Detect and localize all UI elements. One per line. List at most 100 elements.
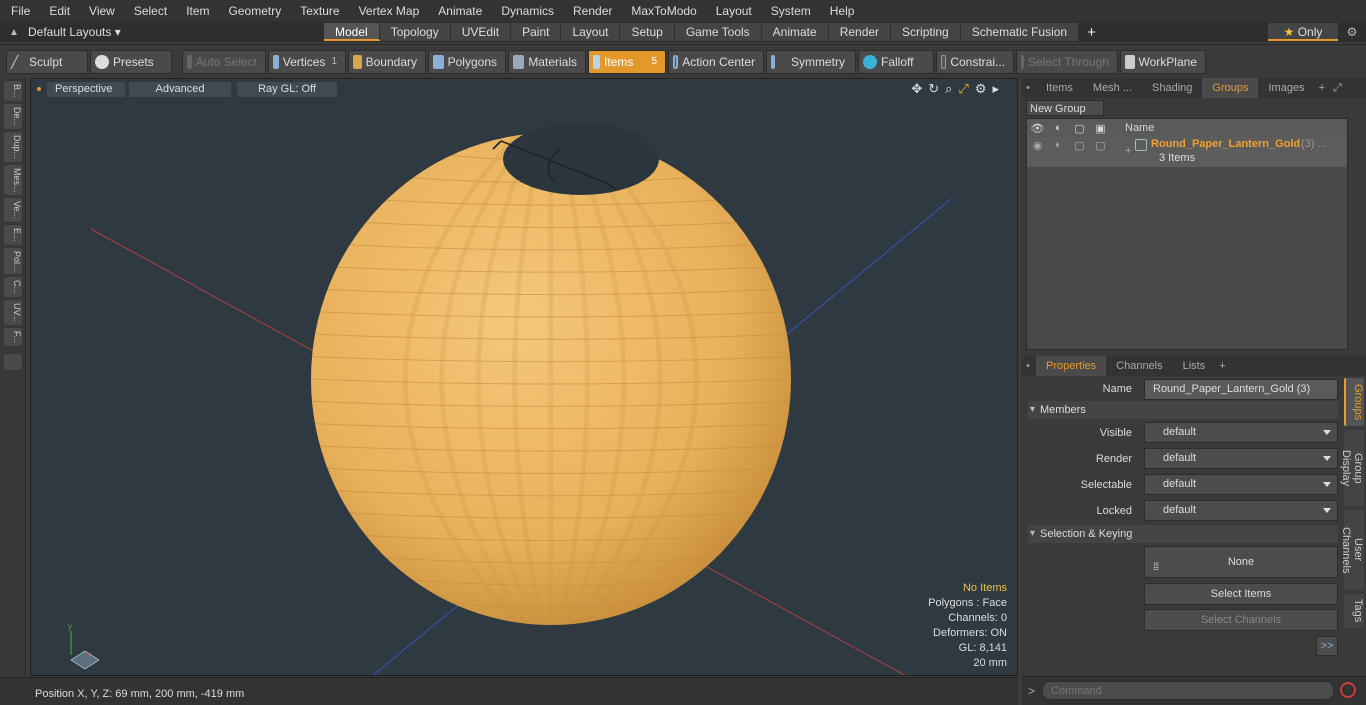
perspective-button[interactable]: Perspective: [37, 82, 125, 97]
symmetry-button[interactable]: Symmetry: [766, 49, 856, 74]
add-prop-tab-icon[interactable]: +: [1215, 360, 1229, 372]
vtab-tags[interactable]: Tags: [1344, 594, 1364, 628]
vtab-groups[interactable]: Groups: [1344, 378, 1364, 426]
tab-channels[interactable]: Channels: [1106, 356, 1172, 376]
fit-view-icon[interactable]: ⤢: [958, 81, 968, 97]
add-scene-tab-icon[interactable]: +: [1315, 82, 1329, 94]
layout-up-icon[interactable]: ▲: [0, 27, 28, 38]
viewport-settings-icon[interactable]: ⚙: [975, 81, 987, 97]
left-tab-edge[interactable]: E...: [4, 225, 22, 245]
left-tab-fusion[interactable]: F...: [4, 328, 22, 347]
locked-dropdown[interactable]: default: [1144, 500, 1338, 521]
menu-help[interactable]: Help: [819, 0, 863, 22]
items-button[interactable]: Items 5: [588, 49, 666, 74]
auto-select-button[interactable]: Auto Select: [182, 49, 266, 74]
vertices-button[interactable]: Vertices 1: [268, 49, 346, 74]
left-tab-curve[interactable]: C...: [4, 277, 22, 298]
expand-icon[interactable]: +: [1125, 145, 1131, 157]
tab-game-tools[interactable]: Game Tools: [674, 23, 762, 41]
vtab-group-display[interactable]: Group Display: [1340, 430, 1364, 506]
zoom-view-icon[interactable]: ⌕: [945, 81, 952, 97]
left-tab-polygon[interactable]: Pol...: [4, 247, 22, 275]
menu-animate[interactable]: Animate: [427, 0, 490, 22]
tab-mesh[interactable]: Mesh ...: [1083, 78, 1142, 98]
advanced-button[interactable]: Advanced: [129, 82, 231, 97]
selection-keying-section[interactable]: Selection & Keying: [1028, 525, 1338, 543]
group-row[interactable]: ◉ ◐ ▢ ▢ + Round_Paper_Lantern_Gold (3) .…: [1027, 137, 1347, 167]
group-name-field[interactable]: Round_Paper_Lantern_Gold (3): [1144, 379, 1338, 400]
row-render-icon[interactable]: ◐: [1048, 139, 1069, 151]
eye-icon[interactable]: 👁: [1027, 122, 1048, 135]
tab-schematic-fusion[interactable]: Schematic Fusion: [960, 23, 1080, 41]
add-tab-icon[interactable]: +: [1079, 24, 1104, 41]
left-tab-deform[interactable]: De...: [4, 103, 22, 129]
tab-groups[interactable]: Groups: [1202, 78, 1259, 98]
menu-geometry[interactable]: Geometry: [218, 0, 290, 22]
render-dropdown[interactable]: default: [1144, 448, 1338, 469]
left-tab-vertex[interactable]: Ve...: [4, 198, 22, 223]
tab-paint[interactable]: Paint: [511, 23, 562, 41]
menu-maxtomodo[interactable]: MaxToModo: [620, 0, 704, 22]
only-toggle[interactable]: ★ Only: [1268, 23, 1338, 41]
boundary-button[interactable]: Boundary: [348, 49, 426, 74]
left-tab-basic[interactable]: B...: [4, 81, 22, 101]
lock-col-icon[interactable]: ▢: [1069, 122, 1090, 135]
select-channels-button[interactable]: Select Channels: [1144, 609, 1338, 631]
menu-dynamics[interactable]: Dynamics: [490, 0, 562, 22]
raygl-button[interactable]: Ray GL: Off: [237, 82, 337, 97]
menu-file[interactable]: File: [0, 0, 38, 22]
viewport-expand-icon[interactable]: ▸: [992, 81, 999, 97]
menu-select[interactable]: Select: [123, 0, 175, 22]
scene-expand-icon[interactable]: ⤢: [1329, 82, 1346, 95]
menu-system[interactable]: System: [760, 0, 819, 22]
select-col-icon[interactable]: ▣: [1090, 122, 1111, 135]
tab-scripting[interactable]: Scripting: [891, 23, 961, 41]
tab-setup[interactable]: Setup: [620, 23, 675, 41]
tab-shading[interactable]: Shading: [1142, 78, 1202, 98]
materials-button[interactable]: Materials: [508, 49, 586, 74]
tab-items[interactable]: Items: [1036, 78, 1083, 98]
menu-texture[interactable]: Texture: [289, 0, 347, 22]
menu-render[interactable]: Render: [562, 0, 620, 22]
tab-properties[interactable]: Properties: [1036, 356, 1107, 376]
command-input[interactable]: [1042, 681, 1334, 700]
left-tab-extra[interactable]: [4, 354, 22, 371]
record-icon[interactable]: [1340, 682, 1356, 698]
render-col-icon[interactable]: ◐: [1048, 122, 1069, 134]
select-items-button[interactable]: Select Items: [1144, 583, 1338, 605]
move-view-icon[interactable]: ✥: [911, 81, 922, 97]
constraints-button[interactable]: Constrai...: [936, 49, 1014, 74]
selectable-dropdown[interactable]: default: [1144, 474, 1338, 495]
tab-animate[interactable]: Animate: [761, 23, 829, 41]
workplane-button[interactable]: WorkPlane: [1120, 49, 1206, 74]
menu-view[interactable]: View: [78, 0, 123, 22]
tab-lists[interactable]: Lists: [1173, 356, 1216, 376]
gear-icon[interactable]: ⚙: [1338, 25, 1366, 39]
tab-render[interactable]: Render: [828, 23, 892, 41]
tab-topology[interactable]: Topology: [379, 23, 451, 41]
tab-uvedit[interactable]: UVEdit: [450, 23, 512, 41]
left-tab-duplicate[interactable]: Dup...: [4, 131, 22, 162]
new-group-button[interactable]: New Group: [1026, 100, 1104, 116]
action-center-button[interactable]: Action Center: [668, 49, 764, 74]
none-button[interactable]: ⁞⁞⁞ None: [1144, 546, 1338, 578]
select-through-button[interactable]: Select Through: [1016, 49, 1118, 74]
left-tab-mesh-edit[interactable]: Mes...: [4, 164, 22, 196]
menu-edit[interactable]: Edit: [38, 0, 78, 22]
tab-model[interactable]: Model: [324, 23, 380, 41]
polygons-button[interactable]: Polygons: [428, 49, 506, 74]
layout-selector[interactable]: Default Layouts ▾: [28, 25, 324, 39]
tab-images[interactable]: Images: [1258, 78, 1314, 98]
visible-dropdown[interactable]: default: [1144, 422, 1338, 443]
vtab-user-channels[interactable]: User Channels: [1340, 510, 1364, 590]
falloff-button[interactable]: Falloff: [858, 49, 934, 74]
tab-layout[interactable]: Layout: [561, 23, 621, 41]
rotate-view-icon[interactable]: ↻: [928, 81, 939, 97]
menu-item[interactable]: Item: [175, 0, 217, 22]
menu-layout[interactable]: Layout: [705, 0, 760, 22]
row-select-icon[interactable]: ▢: [1090, 139, 1111, 152]
sculpt-button[interactable]: ╱ Sculpt: [6, 49, 88, 74]
row-lock-icon[interactable]: ▢: [1069, 139, 1090, 152]
menu-vertex-map[interactable]: Vertex Map: [348, 0, 428, 22]
3d-viewport[interactable]: y x Perspective Advanced Ray GL: Off ✥ ↻…: [30, 78, 1018, 676]
